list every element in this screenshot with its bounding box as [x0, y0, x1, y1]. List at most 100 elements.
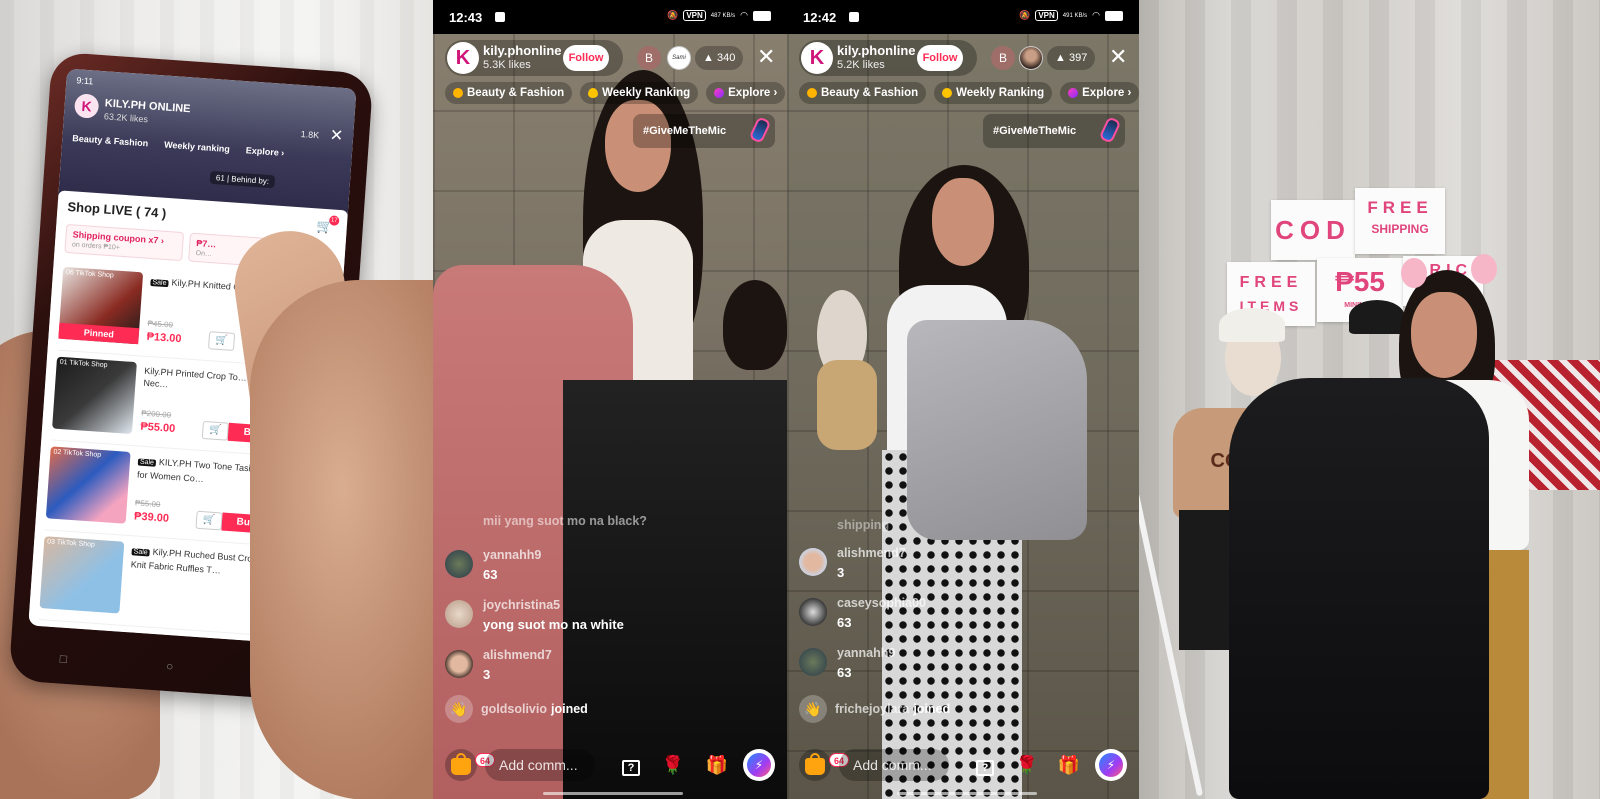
recent-apps-button[interactable]: □: [59, 652, 67, 666]
shopping-bag-body: [805, 758, 825, 775]
black-cap: [1349, 300, 1405, 334]
commenter-avatar[interactable]: [799, 548, 827, 576]
coupon-shipping[interactable]: Shipping coupon x7 › on orders ₱10+: [64, 223, 185, 262]
live-panel-1242: 12:42 🔕 VPN 491 KB/s ◠ K kily.phonline 5…: [787, 0, 1139, 799]
bottom-action-bar: 64 ? 🌹 🎁 ⚡: [433, 737, 787, 799]
comment: yannahh9 63: [445, 548, 775, 598]
comment-username[interactable]: alishmend7: [483, 648, 552, 662]
joined-username[interactable]: goldsolivio: [481, 702, 547, 716]
messenger-share-button[interactable]: ⚡: [743, 749, 775, 781]
sale-price: ₱55.00: [139, 420, 176, 436]
viewer-avatar[interactable]: B: [637, 46, 661, 70]
planet-icon: [714, 88, 725, 98]
follow-button[interactable]: Follow: [917, 45, 963, 71]
home-indicator[interactable]: [897, 792, 1037, 795]
host-info[interactable]: K kily.phonline 5.2K likes Follow: [799, 40, 977, 76]
follow-button[interactable]: Follow: [563, 45, 609, 71]
product-tag: 01 TikTok Shop: [59, 358, 108, 370]
commenter-avatar[interactable]: [799, 648, 827, 676]
home-button[interactable]: ○: [166, 659, 174, 673]
host-name: kily.phonline: [483, 43, 562, 58]
add-to-cart-button[interactable]: 🛒: [201, 420, 229, 441]
messenger-share-button[interactable]: ⚡: [1095, 749, 1127, 781]
viewer-count-value: 340: [716, 52, 736, 64]
phone-rank-text: 61 | Behind by:: [209, 170, 276, 189]
question-button[interactable]: ?: [969, 749, 1001, 781]
commenter-avatar[interactable]: [445, 650, 473, 678]
person-icon: ▲: [1055, 52, 1069, 64]
hashtag-icon: [453, 88, 463, 98]
close-icon[interactable]: ✕: [757, 44, 775, 70]
add-to-cart-button[interactable]: 🛒: [195, 510, 223, 531]
status-time: 12:42: [803, 10, 837, 25]
comment-username[interactable]: alishmend7: [837, 546, 906, 560]
chip-explore[interactable]: Explore ›: [706, 82, 786, 104]
give-me-the-mic-banner[interactable]: #GiveMeTheMic: [633, 114, 775, 148]
phone-host-avatar[interactable]: K: [73, 93, 100, 119]
commenter-avatar[interactable]: [445, 550, 473, 578]
chip-weekly-ranking[interactable]: Weekly Ranking: [580, 82, 699, 104]
close-icon[interactable]: ✕: [1109, 44, 1127, 70]
shop-bag-button[interactable]: 64: [799, 749, 850, 781]
comment-input[interactable]: [839, 749, 949, 781]
comment-username[interactable]: caseysophia00: [837, 596, 926, 610]
chip-label: Explore ›: [728, 87, 778, 99]
comment-text: mii yang suot mo na black?: [483, 514, 647, 528]
phone-chip-beauty[interactable]: Beauty & Fashion: [72, 133, 149, 148]
viewer-avatar[interactable]: Sami: [667, 46, 691, 70]
host-avatar[interactable]: K: [447, 42, 479, 74]
status-bar: 12:42 🔕 VPN 491 KB/s ◠: [787, 0, 1139, 34]
chip-label: Weekly Ranking: [602, 87, 691, 99]
add-to-cart-button[interactable]: 🛒: [207, 331, 236, 351]
cat-ear-headband-right: [1471, 254, 1497, 284]
comment-username[interactable]: shipping: [837, 518, 889, 532]
comment-input[interactable]: [485, 749, 595, 781]
give-me-the-mic-banner[interactable]: #GiveMeTheMic: [983, 114, 1125, 148]
comment-feed: mii yang suot mo na black? yannahh9 63 j…: [445, 512, 775, 698]
comment: alishmend7 3: [799, 546, 1127, 596]
chip-explore[interactable]: Explore ›: [1060, 82, 1139, 104]
shop-bag-button[interactable]: 64: [445, 749, 496, 781]
question-button[interactable]: ?: [615, 749, 647, 781]
gift-button[interactable]: 🎁: [701, 749, 733, 781]
messenger-icon: ⚡: [747, 753, 771, 777]
phone-chip-explore[interactable]: Explore ›: [245, 145, 284, 158]
chip-beauty-fashion[interactable]: Beauty & Fashion: [799, 82, 927, 104]
host-info[interactable]: K kily.phonline 5.3K likes Follow: [445, 40, 623, 76]
phone-chip-ranking[interactable]: Weekly ranking: [164, 140, 230, 155]
chip-weekly-ranking[interactable]: Weekly Ranking: [934, 82, 1053, 104]
phone-close-icon[interactable]: ✕: [329, 125, 344, 146]
viewer-count[interactable]: ▲ 397: [1047, 46, 1096, 70]
wifi-icon: ◠: [1092, 10, 1100, 20]
rose-gift-button[interactable]: 🌹: [657, 749, 689, 781]
commenter-avatar[interactable]: [799, 598, 827, 626]
category-chips: Beauty & Fashion Weekly Ranking Explore …: [799, 82, 1139, 104]
comment-username[interactable]: joychristina5: [483, 598, 560, 612]
network-speed: 487 KB/s: [710, 12, 736, 19]
comment-text: 3: [483, 667, 491, 682]
original-price: ₱45.00: [147, 318, 174, 330]
chip-beauty-fashion[interactable]: Beauty & Fashion: [445, 82, 573, 104]
gift-button[interactable]: 🎁: [1053, 749, 1085, 781]
viewer-count[interactable]: ▲ 340: [695, 46, 744, 70]
chip-label: Weekly Ranking: [956, 87, 1045, 99]
panel-host-with-signs: COD FREE SHIPPING FREE ITEMS ₱55 MINIMUM…: [1139, 0, 1600, 799]
home-indicator[interactable]: [543, 792, 683, 795]
wifi-icon: ◠: [740, 10, 748, 20]
flame-icon: [942, 88, 953, 98]
host-avatar[interactable]: K: [801, 42, 833, 74]
product-thumbnail: 02 TikTok Shop: [45, 446, 131, 524]
viewer-avatar[interactable]: [1019, 46, 1043, 70]
viewer-avatar[interactable]: B: [991, 46, 1015, 70]
comment-username[interactable]: yannahh9: [837, 646, 895, 660]
question-icon: ?: [622, 760, 640, 776]
commenter-avatar[interactable]: [445, 600, 473, 628]
joined-username[interactable]: frichejoylara: [835, 702, 909, 716]
host-likes: 5.3K likes: [483, 59, 531, 71]
white-cap: [1219, 308, 1285, 342]
sign-line: FREE: [1367, 198, 1433, 217]
comment: joychristina5 yong suot mo na white: [445, 598, 775, 648]
comment-username[interactable]: yannahh9: [483, 548, 541, 562]
rose-gift-button[interactable]: 🌹: [1011, 749, 1043, 781]
planet-icon: [1068, 88, 1079, 98]
